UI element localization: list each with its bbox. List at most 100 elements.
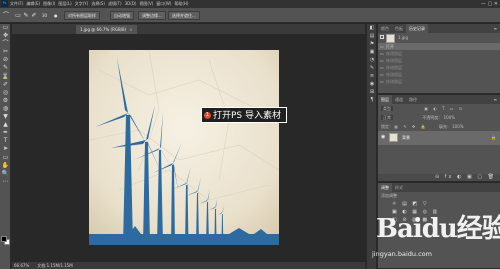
tab-color[interactable]: 颜色 [378, 24, 392, 33]
lock-icons[interactable]: ▦ ✎ ✥ 🔒 [394, 124, 427, 129]
lock-label: 锁定： [381, 124, 393, 129]
baidu-jingyan-watermark: Baidu经验 jingyan.baidu.com [372, 212, 500, 268]
more-tools-icon[interactable]: ⋯ [0, 178, 11, 186]
tab-paths[interactable]: 路径 [406, 95, 420, 104]
tab-channels[interactable]: 通道 [392, 95, 406, 104]
tab-layers[interactable]: 图层 [378, 95, 392, 104]
close-document-icon[interactable]: × [129, 27, 132, 32]
dock-actions-icon[interactable]: ◉ [367, 80, 377, 88]
document-size: 文档:1.15M/1.15M [37, 263, 73, 268]
toolbox: ▭ ✥ ⌒ ✂ ⊘ ✎ ⌛ ✐ ◎ ⚙ ◍ ▼ ▲ ✒ T ➤ ▭ ✋ 🔍 ⋯ [0, 24, 11, 269]
hand-tool-icon[interactable]: ✋ [0, 162, 11, 170]
brush-size-value[interactable]: 30 [42, 11, 47, 20]
dock-histogram-icon[interactable]: ▤ [367, 32, 377, 40]
history-brush-tool-icon[interactable]: ◎ [0, 89, 11, 97]
clone-stamp-tool-icon[interactable]: ✐ [0, 81, 11, 89]
eyedropper-tool-icon[interactable]: ⊘ [0, 56, 11, 64]
history-state-label: 修改图层 [386, 72, 402, 77]
menu-bar: Ps 文件(F) 编辑(E) 图像(I) 图层(L) 文字(Y) 选择(S) 滤镜(T) 3D(… [0, 0, 500, 8]
menu-image[interactable]: 图像(I) [43, 0, 55, 8]
dock-libraries-icon[interactable]: ⊞ [367, 88, 377, 96]
layer-opacity-value[interactable]: 100% [444, 115, 455, 120]
fill-value[interactable]: 100% [452, 124, 463, 129]
move-tool-icon[interactable]: ✥ [0, 32, 11, 40]
menu-layer[interactable]: 图层(L) [58, 0, 71, 8]
photoshop-logo: Ps [1, 0, 8, 7]
lasso-tool-icon[interactable]: ⌒ [0, 40, 11, 48]
document-tab[interactable]: 1.jpg @ 66.7% (RGB/8) × [76, 25, 137, 34]
dock-properties-icon[interactable]: ▣ [367, 48, 377, 56]
menu-view[interactable]: 视图(V) [139, 0, 153, 8]
tool-preset-icon[interactable]: ⌒ [2, 11, 10, 20]
select-and-mask-button[interactable]: 选择并遮住... [168, 11, 200, 20]
history-snapshot[interactable]: 1.jpg [378, 33, 500, 43]
gradient-tool-icon[interactable]: ◍ [0, 105, 11, 113]
dock-info-icon[interactable]: ⚑ [367, 40, 377, 48]
menu-file[interactable]: 文件(F) [10, 0, 23, 8]
menu-edit[interactable]: 编辑(E) [26, 0, 40, 8]
menu-type[interactable]: 文字(Y) [75, 0, 89, 8]
crop-tool-icon[interactable]: ✂ [0, 48, 11, 56]
history-state-icon: ▭ [380, 44, 384, 49]
dodge-tool-icon[interactable]: ▲ [0, 121, 11, 129]
zoom-level[interactable]: 66.67% [14, 263, 29, 268]
type-tool-icon[interactable]: T [0, 137, 11, 145]
new-selection-icon[interactable]: ▭ [14, 11, 22, 20]
marquee-tool-icon[interactable]: ▭ [0, 24, 11, 32]
foreground-color-swatch[interactable] [1, 236, 7, 242]
dock-brush-icon[interactable]: ✎ [367, 64, 377, 72]
shape-tool-icon[interactable]: ▭ [0, 154, 11, 162]
layer-name[interactable]: 背景 [402, 131, 410, 145]
dock-color-icon[interactable]: ◔ [367, 56, 377, 64]
menu-filter[interactable]: 滤镜(T) [108, 0, 122, 8]
add-selection-icon[interactable]: ✎ [22, 11, 30, 20]
history-state[interactable]: ▭ 修改图层 [378, 71, 500, 78]
filter-icons[interactable]: ▣ ◐ T ▭ ⊡ [424, 106, 464, 111]
menu-select[interactable]: 选择(S) [91, 0, 105, 8]
menu-help[interactable]: 帮助(H) [174, 0, 188, 8]
layer-opacity-label: 不透明度： [422, 115, 443, 120]
subtract-selection-icon[interactable]: ✐ [30, 11, 38, 20]
healing-tool-icon[interactable]: ✎ [0, 64, 11, 72]
panel-menu-icon[interactable]: ≡ [494, 24, 497, 33]
dock-navigator-icon[interactable]: ◧ [367, 24, 377, 32]
snapshot-thumbnail [386, 33, 395, 43]
history-state-icon: ▭ [380, 65, 384, 70]
auto-enhance-button[interactable]: 自动增强 [110, 11, 134, 20]
history-state[interactable]: ▭ 修改图层 [378, 57, 500, 64]
brush-settings-icon[interactable]: ● [54, 11, 58, 20]
window-controls[interactable]: — ▢ ✕ [481, 0, 498, 8]
dock-character-icon[interactable]: ≡ [367, 72, 377, 80]
history-state[interactable]: ▭ 修改图层 [378, 64, 500, 71]
panel-menu-icon[interactable]: ≡ [494, 95, 497, 104]
history-state-icon: ▭ [380, 58, 384, 63]
document-canvas[interactable] [89, 50, 279, 245]
tab-history[interactable]: 历史记录 [406, 24, 428, 33]
menu-window[interactable]: 窗口(W) [156, 0, 171, 8]
tab-styles[interactable]: 样式 [392, 183, 406, 192]
history-state-label: 打开 [386, 44, 394, 49]
refine-edge-button[interactable]: 调整边缘... [138, 11, 166, 20]
history-state[interactable]: ▭ 打开 [378, 43, 500, 50]
tab-swatches[interactable]: 色板 [392, 24, 406, 33]
path-selection-tool-icon[interactable]: ➤ [0, 145, 11, 153]
tab-adjustments[interactable]: 调整 [378, 183, 392, 192]
menu-3d[interactable]: 3D(D) [125, 0, 137, 8]
eraser-tool-icon[interactable]: ⚙ [0, 97, 11, 105]
zoom-tool-icon[interactable]: 🔍 [0, 170, 11, 178]
layer-row-background[interactable]: ◉ 背景 🔒 [378, 131, 500, 145]
layer-filter-select[interactable]: 类型 [381, 106, 393, 111]
pen-tool-icon[interactable]: ✒ [0, 129, 11, 137]
dock-paragraph-icon[interactable]: ¶ [367, 96, 377, 104]
sample-all-layers-button[interactable]: 对所有图层取样 [64, 11, 100, 20]
document-tab-bar: 1.jpg @ 66.7% (RGB/8) × [12, 24, 365, 34]
history-state[interactable]: ▭ 修改图层 [378, 50, 500, 57]
layers-bottom-toolbar[interactable]: ⊝ fx ◐ ▣ ▢ 🗑 [378, 174, 500, 181]
blur-tool-icon[interactable]: ▼ [0, 113, 11, 121]
brush-tool-icon[interactable]: ⌛ [0, 73, 11, 81]
history-state[interactable]: ▭ 修改图层 [378, 78, 500, 85]
visibility-eye-icon[interactable]: ◉ [381, 134, 385, 140]
snapshot-checkbox-icon[interactable] [380, 35, 384, 39]
blend-mode-select[interactable]: 正常 [381, 115, 393, 120]
baidu-logo: Baidu经验 [376, 214, 500, 244]
